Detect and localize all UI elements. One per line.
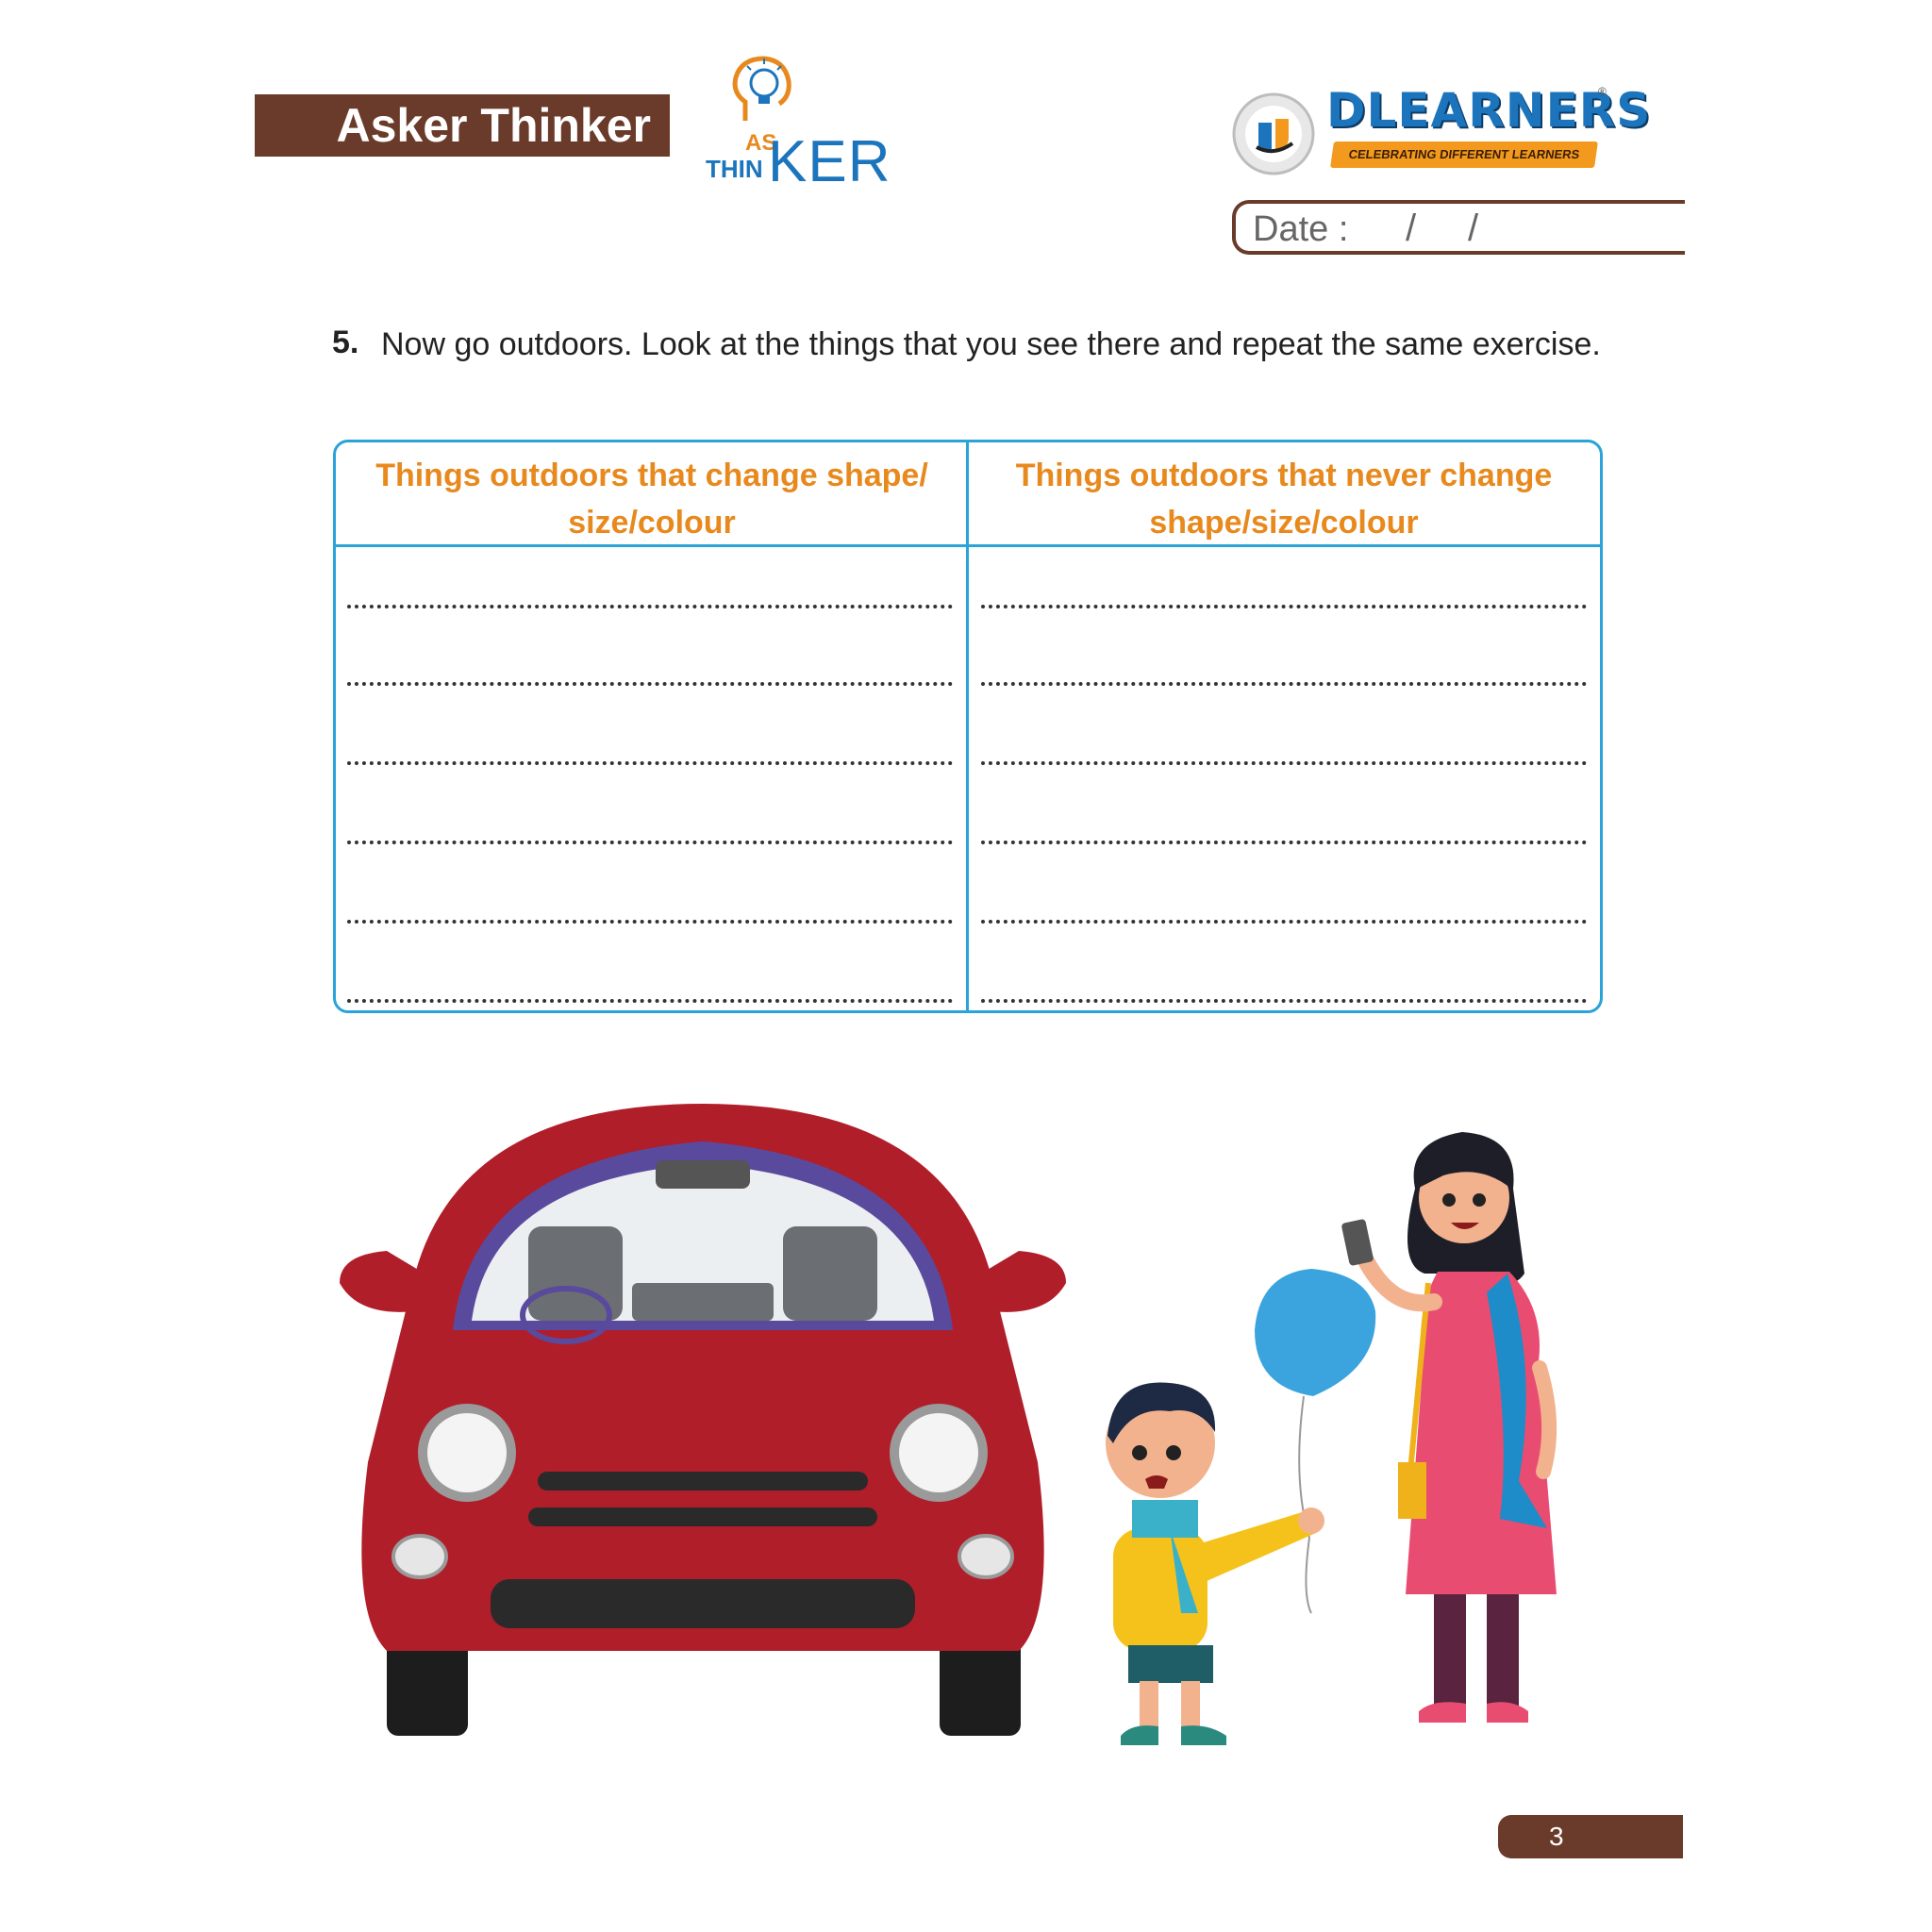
answer-line-right-1[interactable] [981,605,1587,608]
column-divider [966,442,969,1010]
date-separator: / [1406,208,1417,249]
answer-line-left-4[interactable] [347,841,953,844]
answer-line-right-3[interactable] [981,761,1587,765]
answer-line-right-5[interactable] [981,920,1587,924]
page-number: 3 [1498,1815,1683,1858]
dlearners-emblem-icon [1232,92,1315,175]
boy-with-balloon [1106,1382,1324,1745]
date-label: Date : [1253,209,1349,249]
answer-line-left-3[interactable] [347,761,953,765]
column-header-changing: Things outdoors that change shape/ size/… [375,458,928,541]
red-car [340,1104,1066,1736]
answer-line-left-2[interactable] [347,682,953,686]
lightbulb-head-icon [732,56,791,121]
answer-line-right-4[interactable] [981,841,1587,844]
date-separator: / [1468,208,1479,249]
answer-line-left-6[interactable] [347,999,953,1003]
answer-line-left-5[interactable] [347,920,953,924]
answer-table: Things outdoors that change shape/ size/… [333,440,1603,1013]
answer-line-right-6[interactable] [981,999,1587,1003]
answer-line-right-2[interactable] [981,682,1587,686]
dlearners-tagline: CELEBRATING DIFFERENT LEARNERS [1330,142,1598,168]
outdoor-illustration [340,1104,1557,1745]
answer-line-left-1[interactable] [347,605,953,608]
asker-thinker-logo: AS THIN KER [706,55,890,194]
date-field[interactable]: Date : / / [1232,200,1685,255]
question-number: 5. [332,325,359,360]
woman-with-phone [1341,1132,1557,1723]
column-header-unchanging: Things outdoors that never change shape/… [1015,458,1553,541]
logo-text-ker: KER [768,129,891,194]
balloon [1255,1269,1376,1396]
registered-mark: ® [1598,85,1607,98]
question-text: Now go outdoors. Look at the things that… [381,326,1601,362]
banner-title: Asker Thinker [336,99,651,152]
header-banner: Asker Thinker [255,94,670,157]
logo-text-thin: THIN [706,155,763,183]
dlearners-logo: DLEARNERS ® CELEBRATING DIFFERENT LEARNE… [1230,83,1650,187]
